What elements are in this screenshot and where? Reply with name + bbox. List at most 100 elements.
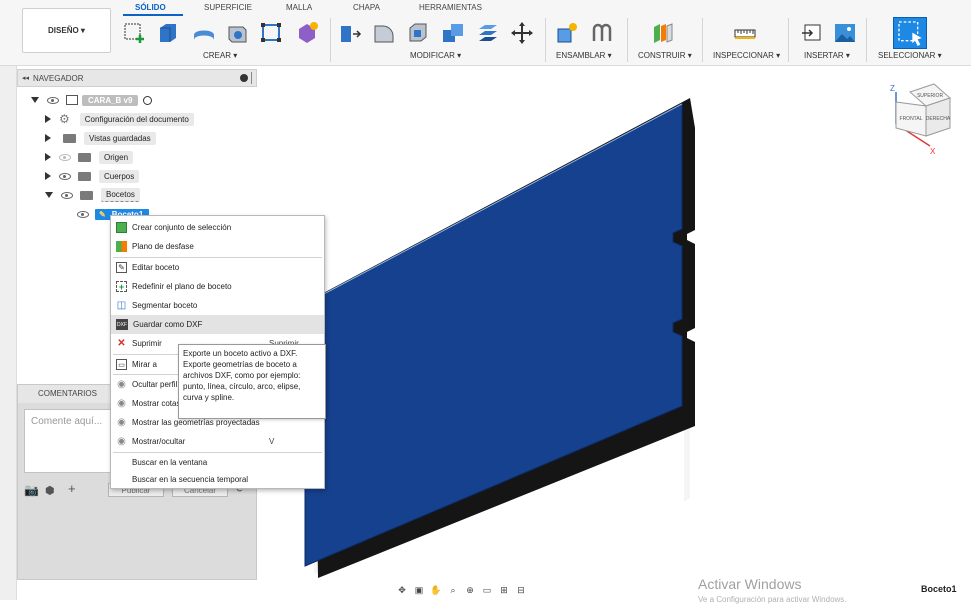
press-pull-icon[interactable] — [338, 21, 362, 45]
tree-item-sketches[interactable]: Bocetos — [45, 187, 140, 203]
collapse-triangle-icon[interactable] — [31, 97, 39, 103]
sketch-plate-graphic[interactable] — [257, 66, 971, 600]
tab-herramientas[interactable]: HERRAMIENTAS — [419, 3, 482, 12]
folder-icon — [78, 171, 91, 181]
collapse-triangle-icon[interactable] — [45, 192, 53, 198]
offset-face-icon[interactable] — [476, 21, 500, 45]
tab-chapa[interactable]: CHAPA — [353, 3, 380, 12]
display-settings-icon[interactable]: ▭ — [480, 584, 494, 596]
menu-item-label: Crear conjunto de selección — [132, 223, 232, 232]
pin-icon[interactable] — [240, 74, 248, 82]
tab-solido[interactable]: SÓLIDO — [135, 3, 166, 12]
visibility-eye-icon[interactable] — [77, 210, 89, 218]
look-at-icon: ▭ — [116, 359, 127, 370]
tree-item-label: Configuración del documento — [79, 112, 194, 126]
tree-item-saved-views[interactable]: Vistas guardadas — [45, 130, 156, 146]
folder-icon — [63, 133, 76, 143]
new-component-icon[interactable] — [555, 21, 579, 45]
pan-hand-icon[interactable]: ✋ — [429, 584, 443, 596]
menu-item-find-in-timeline[interactable]: Buscar en la secuencia temporal — [111, 470, 324, 489]
menu-item-show-hide[interactable]: ◉ Mostrar/ocultar V — [111, 432, 324, 451]
menu-item-offset-plane[interactable]: Plano de desfase — [111, 237, 324, 256]
extrude-icon[interactable] — [156, 21, 180, 45]
measure-icon[interactable] — [733, 21, 757, 45]
toolbar-separator — [702, 18, 703, 62]
toolbar-separator — [330, 18, 331, 62]
menu-item-label: Segmentar boceto — [132, 301, 198, 310]
loft-icon[interactable] — [260, 21, 284, 45]
hidden-eye-icon[interactable] — [59, 153, 71, 161]
viewports-icon[interactable]: ⊟ — [514, 584, 528, 596]
viewcube[interactable]: SUPERIOR FRONTAL DERECHA Z X — [882, 80, 962, 160]
visibility-eye-icon[interactable] — [59, 172, 71, 180]
toolbar-separator — [627, 18, 628, 62]
canvas-viewport[interactable]: SUPERIOR FRONTAL DERECHA Z X — [257, 66, 971, 600]
menu-item-label: Suprimir — [132, 339, 162, 348]
visibility-eye-icon[interactable] — [61, 191, 73, 199]
tab-malla[interactable]: MALLA — [286, 3, 312, 12]
expand-triangle-icon[interactable] — [45, 172, 51, 180]
expand-triangle-icon[interactable] — [45, 134, 51, 142]
sweep-icon[interactable] — [225, 21, 249, 45]
form-icon[interactable] — [295, 21, 319, 45]
menu-item-label: Buscar en la secuencia temporal — [132, 475, 249, 484]
insert-canvas-icon[interactable] — [833, 21, 857, 45]
group-modificar[interactable]: MODIFICAR ▾ — [410, 51, 461, 60]
create-sketch-icon[interactable] — [122, 21, 146, 45]
revolve-icon[interactable] — [192, 21, 216, 45]
folder-icon — [80, 190, 93, 200]
blank-icon — [116, 474, 127, 485]
group-ensamblar[interactable]: ENSAMBLAR ▾ — [556, 51, 612, 60]
insert-derive-icon[interactable] — [800, 21, 824, 45]
combine-icon[interactable] — [441, 21, 465, 45]
select-tool-button[interactable] — [893, 17, 927, 49]
viewcube-front-face[interactable]: FRONTAL — [900, 116, 923, 122]
collapse-icon[interactable]: ◂◂ — [22, 74, 29, 82]
tooltip-line: curva y spline. — [183, 393, 235, 402]
group-crear[interactable]: CREAR ▾ — [203, 51, 237, 60]
tree-item-document-settings[interactable]: ⚙ Configuración del documento — [45, 111, 194, 127]
menu-item-save-as-dxf[interactable]: DXF Guardar como DXF — [111, 315, 324, 334]
expand-triangle-icon[interactable] — [45, 115, 51, 123]
eye-icon: ◉ — [117, 417, 126, 428]
tab-superficie[interactable]: SUPERFICIE — [204, 3, 252, 12]
viewcube-right-face[interactable]: DERECHA — [926, 116, 951, 122]
menu-item-edit-sketch[interactable]: ✎ Editar boceto — [111, 258, 324, 277]
tooltip-line: punto, línea, círculo, arco, elipse, — [183, 382, 301, 391]
fillet-icon[interactable] — [372, 21, 396, 45]
gear-icon: ⚙ — [59, 112, 70, 126]
offset-plane-icon[interactable] — [651, 21, 675, 45]
group-inspeccionar[interactable]: INSPECCIONAR ▾ — [713, 51, 780, 60]
tree-item-bodies[interactable]: Cuerpos — [45, 168, 140, 184]
group-seleccionar[interactable]: SELECCIONAR ▾ — [878, 51, 942, 60]
orbit-icon[interactable]: ✥ — [395, 584, 409, 596]
grid-icon[interactable]: ⊞ — [497, 584, 511, 596]
visibility-eye-icon[interactable] — [47, 96, 59, 104]
tooltip-line: Exporte geometrías de boceto a — [183, 360, 297, 369]
look-at-icon[interactable]: ▣ — [412, 584, 426, 596]
group-construir[interactable]: CONSTRUIR ▾ — [638, 51, 692, 60]
shell-icon[interactable] — [406, 21, 430, 45]
cube-attach-icon[interactable]: ⬢ — [45, 484, 55, 497]
zoom-window-icon[interactable]: ⊕ — [463, 584, 477, 596]
activate-radio-icon[interactable] — [143, 95, 153, 105]
menu-item-redefine-sketch-plane[interactable]: + Redefinir el plano de boceto — [111, 277, 324, 296]
workspace-switcher-button[interactable]: DISEÑO ▾ — [22, 8, 111, 53]
point-attach-icon[interactable]: + — [68, 481, 76, 496]
active-sketch-status: Boceto1 — [921, 584, 957, 594]
eye-icon: ◉ — [117, 379, 126, 390]
joint-icon[interactable] — [590, 21, 614, 45]
tree-item-origin[interactable]: Origen — [45, 149, 134, 165]
move-icon[interactable] — [510, 21, 534, 45]
viewcube-top-face[interactable]: SUPERIOR — [917, 93, 944, 99]
toolbar-separator — [866, 18, 867, 62]
menu-item-create-selection-set[interactable]: Crear conjunto de selección — [111, 218, 324, 237]
zoom-icon[interactable]: ⌕ — [446, 584, 460, 596]
toolbar-separator — [545, 18, 546, 62]
eye-icon: ◉ — [117, 398, 126, 409]
menu-item-slice-sketch[interactable]: ◫ Segmentar boceto — [111, 296, 324, 315]
camera-icon[interactable]: 📷 — [24, 483, 39, 497]
tree-root-row[interactable]: CARA_B v9 — [31, 92, 153, 108]
expand-triangle-icon[interactable] — [45, 153, 51, 161]
group-insertar[interactable]: INSERTAR ▾ — [804, 51, 850, 60]
